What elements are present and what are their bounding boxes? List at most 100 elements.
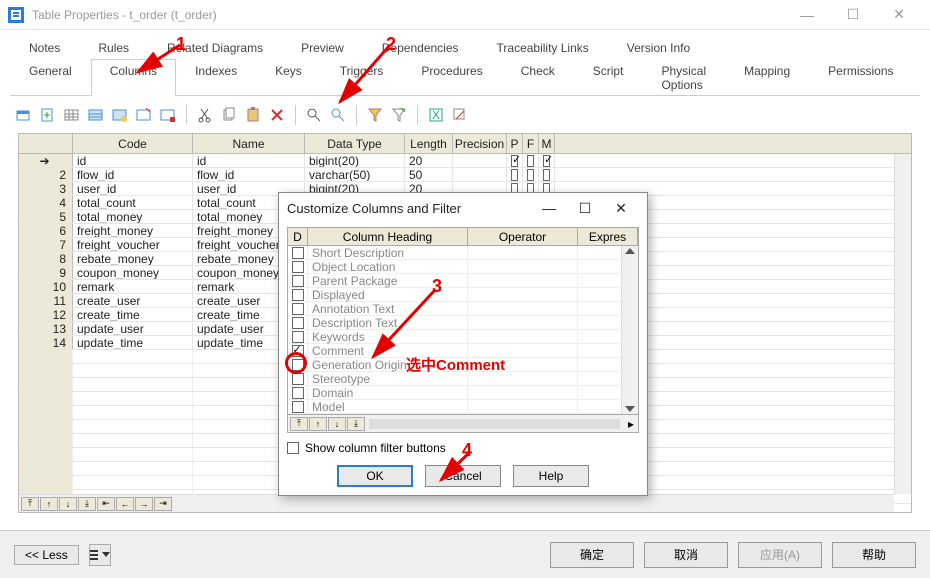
dialog-row[interactable]: Generation Origin [288,358,638,372]
cell-length[interactable]: 50 [405,168,453,181]
cell-p[interactable] [507,168,523,181]
apply-button[interactable]: 应用(A) [738,542,822,568]
cell-code[interactable]: update_user [73,322,193,335]
dialog-row[interactable]: Model [288,400,638,414]
dialog-row-check[interactable] [288,386,308,399]
dialog-cancel-button[interactable]: Cancel [425,465,501,487]
grid-vscrollbar[interactable] [894,154,911,494]
cell-datatype[interactable]: bigint(20) [305,154,405,167]
dialog-row[interactable]: Comment [288,344,638,358]
maximize-button[interactable]: ☐ [830,0,876,30]
tool-dropdown-icon[interactable] [450,105,470,125]
dialog-row[interactable]: Short Description [288,246,638,260]
dialog-row[interactable]: Description Text [288,316,638,330]
copy-icon[interactable] [219,105,239,125]
close-button[interactable]: ✕ [876,0,922,30]
move-first-icon[interactable]: ⇤ [97,497,115,511]
excel-icon[interactable]: X [426,105,446,125]
d-move-up-icon[interactable]: ↑ [309,417,327,431]
cell-name[interactable]: flow_id [193,168,305,181]
dialog-row-check[interactable] [288,330,308,343]
add-row-icon[interactable] [38,105,58,125]
minimize-button[interactable]: — [784,0,830,30]
menu-icon[interactable] [89,544,111,566]
dialog-row[interactable]: Annotation Text [288,302,638,316]
cell-f[interactable] [523,168,539,181]
help-button[interactable]: 帮助 [832,542,916,568]
col-f[interactable]: F [523,134,539,153]
col-precision[interactable]: Precision [453,134,507,153]
tab-dependencies[interactable]: Dependencies [363,36,478,59]
tab-version-info[interactable]: Version Info [608,36,709,59]
tab-mysql[interactable]: MySQL [913,59,930,96]
dialog-row-check[interactable] [288,344,308,357]
col-name[interactable]: Name [193,134,305,153]
move-top-icon[interactable]: ⤒ [21,497,39,511]
tab-physical-options[interactable]: Physical Options [642,59,725,96]
grid-icon[interactable] [62,105,82,125]
dialog-row-check[interactable] [288,246,308,259]
cancel-button[interactable]: 取消 [644,542,728,568]
col-m[interactable]: M [539,134,555,153]
tab-indexes[interactable]: Indexes [176,59,256,96]
cell-length[interactable]: 20 [405,154,453,167]
dcol-d[interactable]: D [288,228,308,245]
col-p[interactable]: P [507,134,523,153]
dialog-row-check[interactable] [288,358,308,371]
dialog-row-check[interactable] [288,274,308,287]
cell-code[interactable]: create_user [73,294,193,307]
cell-code[interactable]: user_id [73,182,193,195]
grid2-icon[interactable] [86,105,106,125]
table-row[interactable]: ➔ididbigint(20)20 [19,154,911,168]
tab-notes[interactable]: Notes [10,36,79,59]
tab-script[interactable]: Script [574,59,643,96]
cell-code[interactable]: total_count [73,196,193,209]
cell-code[interactable]: coupon_money [73,266,193,279]
dialog-row[interactable]: Object Location [288,260,638,274]
less-button[interactable]: << Less [14,545,79,565]
grid-hscrollbar[interactable]: ⤒ ↑ ↓ ⤓ ⇤ ← → ⇥ [19,494,894,512]
tab-procedures[interactable]: Procedures [402,59,501,96]
tab-related-diagrams[interactable]: Related Diagrams [148,36,282,59]
dialog-row[interactable]: Stereotype [288,372,638,386]
dialog-row-check[interactable] [288,316,308,329]
cell-m[interactable] [539,168,555,181]
move-down-icon[interactable]: ↓ [59,497,77,511]
move-prev-icon[interactable]: ← [116,497,134,511]
d-move-bottom-icon[interactable]: ⤓ [347,417,365,431]
col-datatype[interactable]: Data Type [305,134,405,153]
tab-preview[interactable]: Preview [282,36,363,59]
move-up-icon[interactable]: ↑ [40,497,58,511]
tab-rules[interactable]: Rules [79,36,148,59]
col-rownum[interactable] [19,134,73,153]
dialog-vscrollbar[interactable] [621,246,638,414]
cell-precision[interactable] [453,168,507,181]
dialog-maximize-button[interactable]: ☐ [567,194,603,222]
dialog-row-check[interactable] [288,260,308,273]
grid5-icon[interactable] [158,105,178,125]
dialog-close-button[interactable]: ✕ [603,194,639,222]
grid3-icon[interactable] [110,105,130,125]
cell-m[interactable] [539,154,555,167]
d-move-down-icon[interactable]: ↓ [328,417,346,431]
delete-icon[interactable] [267,105,287,125]
grid4-icon[interactable] [134,105,154,125]
dialog-ok-button[interactable]: OK [337,465,413,487]
find-icon[interactable] [304,105,324,125]
dialog-minimize-button[interactable]: — [531,194,567,222]
tab-mapping[interactable]: Mapping [725,59,809,96]
d-move-top-icon[interactable]: ⤒ [290,417,308,431]
tab-keys[interactable]: Keys [256,59,321,96]
dialog-row-check[interactable] [288,288,308,301]
cell-datatype[interactable]: varchar(50) [305,168,405,181]
cell-code[interactable]: freight_money [73,224,193,237]
tab-triggers[interactable]: Triggers [321,59,403,96]
cell-p[interactable] [507,154,523,167]
move-bottom-icon[interactable]: ⤓ [78,497,96,511]
tab-columns[interactable]: Columns [91,59,176,96]
insert-row-icon[interactable] [14,105,34,125]
cell-code[interactable]: freight_voucher [73,238,193,251]
filter-clear-icon[interactable] [389,105,409,125]
cut-icon[interactable] [195,105,215,125]
dcol-heading[interactable]: Column Heading [308,228,468,245]
